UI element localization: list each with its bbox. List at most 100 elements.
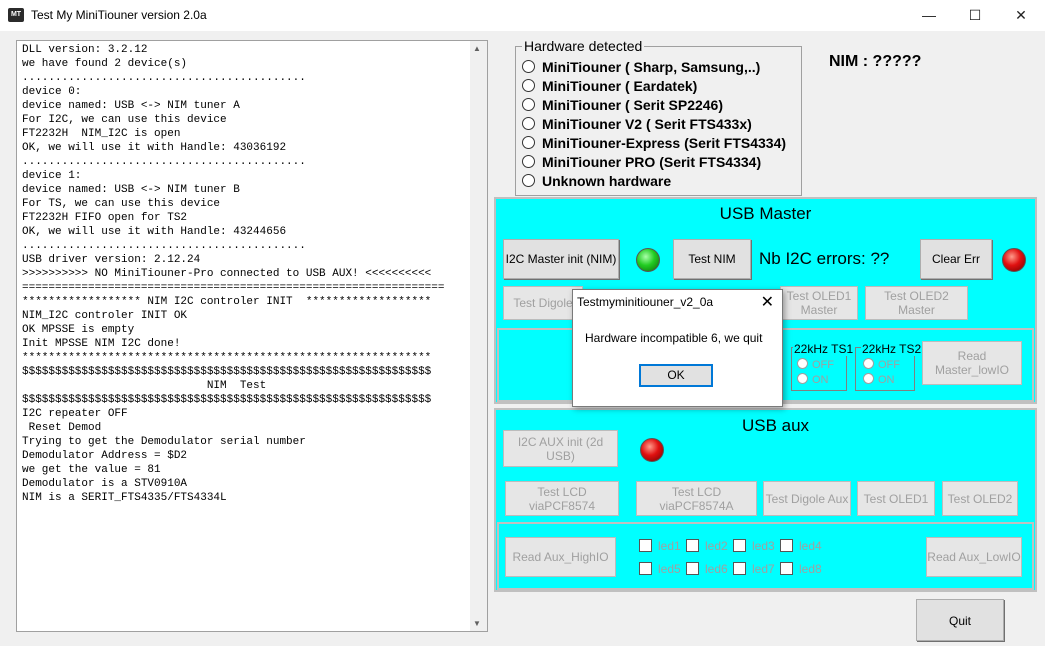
test-oled1-master-button[interactable]: Test OLED1 Master [780, 286, 858, 320]
i2c-aux-init-button[interactable]: I2C AUX init (2d USB) [503, 430, 618, 467]
radio-icon[interactable] [863, 358, 874, 369]
test-lcd-pcf8574a-button[interactable]: Test LCD viaPCF8574A [636, 481, 757, 516]
read-aux-highio-button[interactable]: Read Aux_HighIO [505, 537, 616, 577]
log-line: Trying to get the Demodulator serial num… [22, 436, 306, 448]
test-oled2-button[interactable]: Test OLED2 [942, 481, 1018, 516]
hardware-option[interactable]: MiniTiouner ( Sharp, Samsung,..) [522, 59, 760, 77]
log-line: NIM Test [206, 380, 267, 392]
led4-checkbox[interactable]: led4 [780, 539, 822, 553]
close-window-button[interactable]: ✕ [998, 0, 1044, 31]
dialog-title-bar: Testmyminitiouner_v2_0a ✕ [573, 290, 782, 315]
log-line: OK MPSSE is empty [22, 324, 135, 336]
radio-icon[interactable] [522, 136, 535, 149]
log-line: device 1: [22, 170, 82, 182]
log-line: FT2232H FIFO open for TS2 [22, 212, 188, 224]
checkbox-icon[interactable] [780, 562, 793, 575]
log-line: $$$$$$$$$$$$$$$$$$$$$$$$$$$$$$$$$$$$$$$$… [22, 366, 432, 378]
ts1-on-option[interactable]: ON [797, 373, 829, 386]
log-line: OK, we will use it with Handle: 43036192 [22, 142, 287, 154]
hardware-option[interactable]: MiniTiouner-Express (Serit FTS4334) [522, 135, 786, 153]
checkbox-icon[interactable] [639, 562, 652, 575]
log-line: Init MPSSE NIM I2C done! [22, 338, 181, 350]
read-aux-lowio-button[interactable]: Read Aux_LowIO [926, 537, 1022, 577]
scroll-down-icon[interactable]: ▼ [473, 619, 481, 628]
ts2-off-option[interactable]: OFF [863, 358, 900, 371]
ts1-off-option[interactable]: OFF [797, 358, 834, 371]
clear-err-button[interactable]: Clear Err [920, 239, 992, 279]
test-lcd-pcf8574-button[interactable]: Test LCD viaPCF8574 [505, 481, 619, 516]
dialog-title: Testmyminitiouner_v2_0a [577, 295, 714, 309]
radio-icon[interactable] [863, 373, 874, 384]
led6-checkbox[interactable]: led6 [686, 562, 728, 576]
radio-icon[interactable] [522, 155, 535, 168]
minimize-button[interactable]: — [906, 0, 952, 31]
test-digole-button[interactable]: Test Digole [503, 286, 583, 320]
log-line: device 0: [22, 86, 82, 98]
status-led-red-icon [1002, 248, 1026, 272]
hardware-option[interactable]: MiniTiouner PRO (Serit FTS4334) [522, 154, 761, 172]
hardware-option[interactable]: MiniTiouner ( Eardatek) [522, 78, 697, 96]
radio-icon[interactable] [522, 117, 535, 130]
log-line: ========================================… [22, 282, 445, 294]
checkbox-icon[interactable] [639, 539, 652, 552]
log-line: I2C repeater OFF [22, 408, 128, 420]
led2-checkbox[interactable]: led2 [686, 539, 728, 553]
radio-icon[interactable] [797, 358, 808, 369]
dialog-message: Hardware incompatible 6, we quit [585, 331, 763, 345]
led1-checkbox[interactable]: led1 [639, 539, 681, 553]
checkbox-icon[interactable] [686, 562, 699, 575]
nim-label: NIM : ????? [829, 53, 922, 70]
radio-icon[interactable] [522, 60, 535, 73]
test-oled2-master-button[interactable]: Test OLED2 Master [865, 286, 968, 320]
log-line: DLL version: 3.2.12 [22, 44, 148, 56]
test-digole-aux-button[interactable]: Test Digole Aux [763, 481, 851, 516]
log-line: For TS, we can use this device [22, 198, 221, 210]
maximize-button[interactable]: ☐ [952, 0, 998, 31]
test-nim-button[interactable]: Test NIM [673, 239, 751, 279]
log-line: we have found 2 device(s) [22, 58, 188, 70]
log-line: >>>>>>>>>> NO MiniTiouner-Pro connected … [22, 268, 432, 280]
ts1-title: 22kHz TS1 [793, 342, 855, 356]
log-line: Reset Demod [28, 422, 102, 434]
test-oled1-button[interactable]: Test OLED1 [857, 481, 935, 516]
checkbox-icon[interactable] [686, 539, 699, 552]
i2c-master-init-button[interactable]: I2C Master init (NIM) [503, 239, 619, 279]
status-led-green-icon [636, 248, 660, 272]
ok-button[interactable]: OK [639, 364, 713, 387]
led8-checkbox[interactable]: led8 [780, 562, 822, 576]
checkbox-icon[interactable] [733, 539, 746, 552]
usb-master-title: USB Master [719, 204, 812, 223]
log-line: NIM_I2C controler INIT OK [22, 310, 188, 322]
led3-checkbox[interactable]: led3 [733, 539, 775, 553]
log-text: DLL version: 3.2.12 we have found 2 devi… [17, 41, 487, 505]
title-bar: MT Test My MiniTiouner version 2.0a — ☐ … [0, 0, 1045, 31]
read-master-lowio-button[interactable]: Read Master_lowIO [922, 341, 1022, 385]
hardware-option[interactable]: MiniTiouner V2 ( Serit FTS433x) [522, 116, 752, 134]
log-line: Demodulator is a STV0910A [22, 478, 188, 490]
log-line: ........................................… [22, 72, 306, 84]
radio-icon[interactable] [797, 373, 808, 384]
log-textbox[interactable]: DLL version: 3.2.12 we have found 2 devi… [16, 40, 488, 632]
log-line: OK, we will use it with Handle: 43244656 [22, 226, 287, 238]
hardware-group-title: Hardware detected [522, 38, 645, 54]
window-title: Test My MiniTiouner version 2.0a [31, 8, 207, 22]
log-line: ****************** NIM I2C controler INI… [22, 296, 432, 308]
dialog-close-icon[interactable]: ✕ [761, 292, 774, 312]
ts2-on-option[interactable]: ON [863, 373, 895, 386]
log-line: For I2C, we can use this device [22, 114, 227, 126]
radio-icon[interactable] [522, 174, 535, 187]
log-line: ........................................… [22, 156, 306, 168]
radio-icon[interactable] [522, 98, 535, 111]
checkbox-icon[interactable] [733, 562, 746, 575]
radio-icon[interactable] [522, 79, 535, 92]
hardware-option[interactable]: MiniTiouner ( Serit SP2246) [522, 97, 723, 115]
quit-button[interactable]: Quit [916, 599, 1004, 641]
i2c-errors-label: Nb I2C errors: ?? [759, 249, 890, 268]
led7-checkbox[interactable]: led7 [733, 562, 775, 576]
log-scrollbar[interactable]: ▲ ▼ [470, 41, 487, 631]
hardware-option[interactable]: Unknown hardware [522, 173, 671, 191]
log-line: we get the value = 81 [22, 464, 161, 476]
checkbox-icon[interactable] [780, 539, 793, 552]
scroll-up-icon[interactable]: ▲ [473, 44, 481, 53]
led5-checkbox[interactable]: led5 [639, 562, 681, 576]
